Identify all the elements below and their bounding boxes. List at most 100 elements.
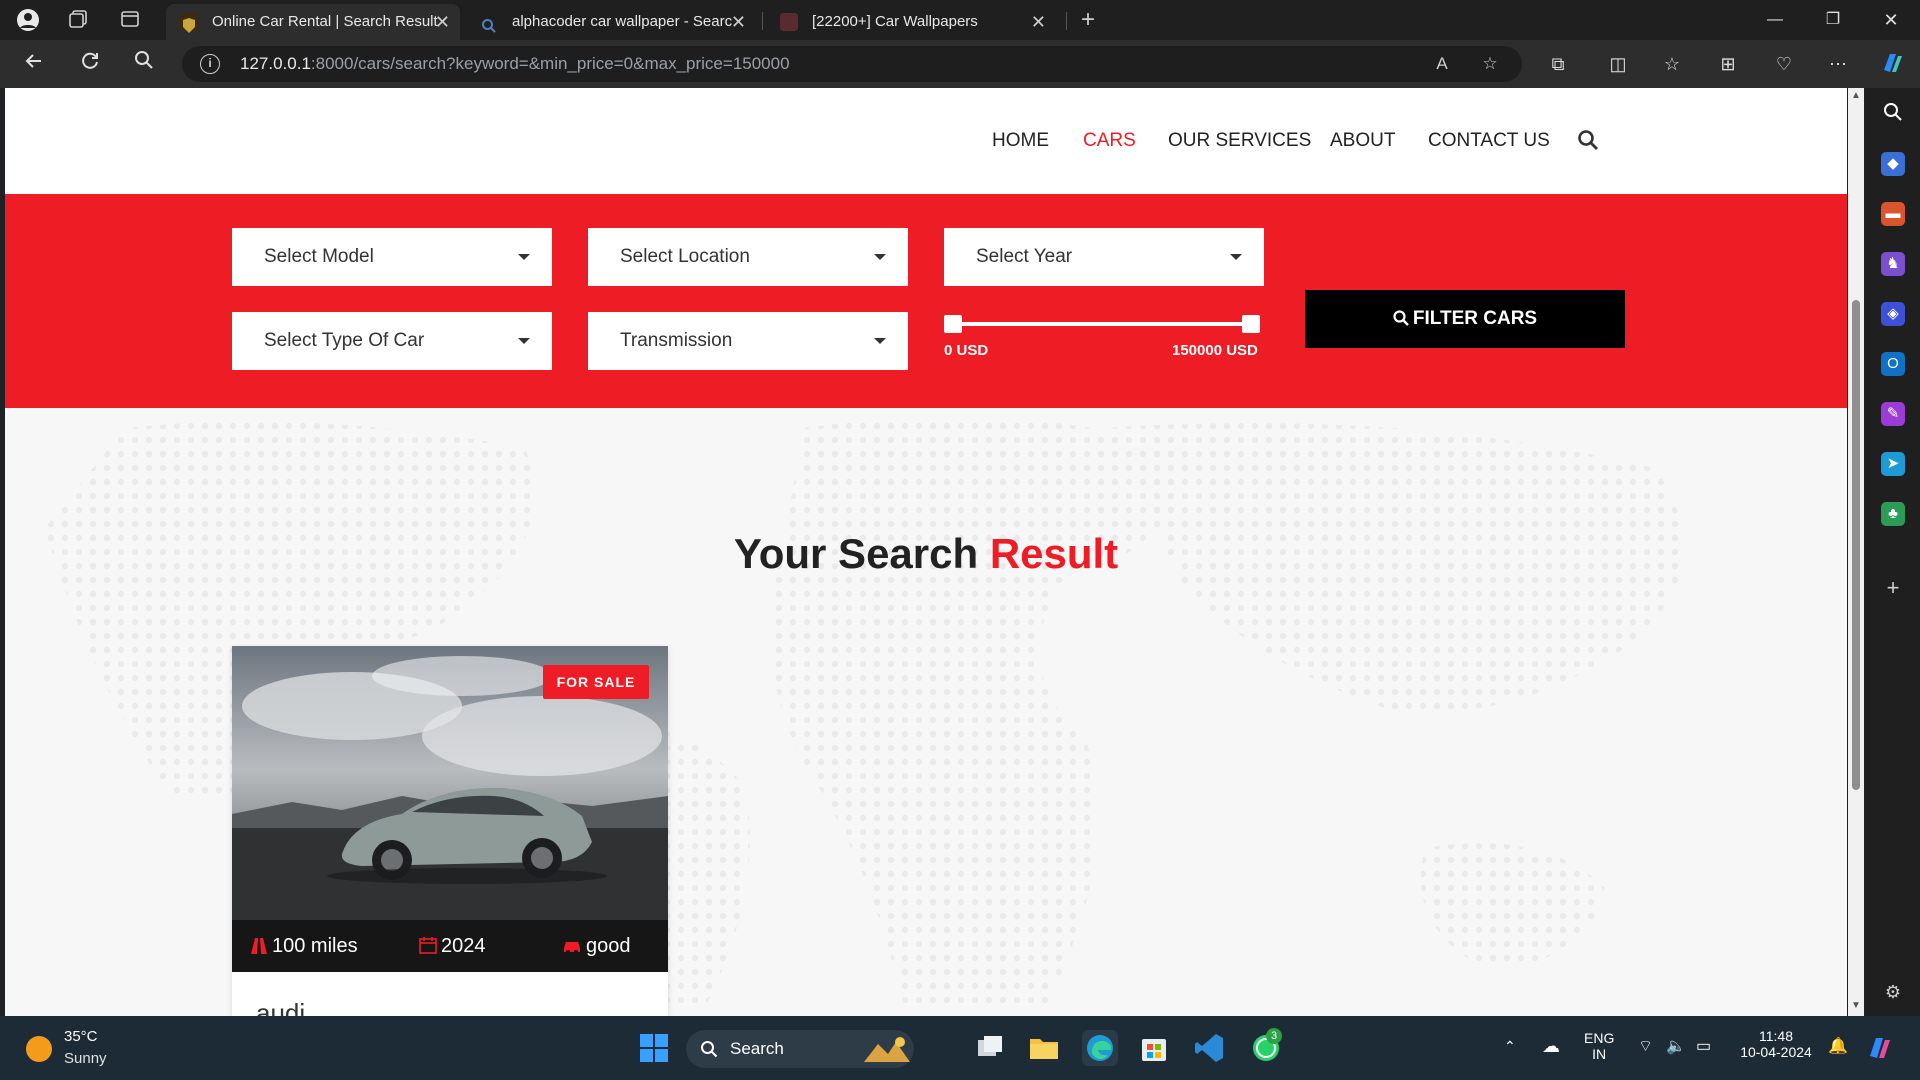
tab-car-wallpapers[interactable]: [22200+] Car Wallpapers ✕ [766, 4, 1056, 40]
minimize-icon[interactable]: — [1746, 0, 1804, 40]
url-text: 127.0.0.1:8000/cars/search?keyword=&min_… [240, 46, 790, 82]
more-menu-icon[interactable]: ⋯ [1824, 50, 1852, 78]
select-model-dropdown[interactable]: Select Model [232, 228, 552, 286]
show-hidden-icons-chevron-icon[interactable]: ⌃ [1504, 1038, 1516, 1055]
car-specs-bar: 100 miles 2024 good [232, 920, 668, 972]
workspaces-icon[interactable] [66, 8, 90, 32]
search-icon [1393, 292, 1409, 326]
filter-cars-label: FILTER CARS [1412, 308, 1538, 329]
url-host: 127.0.0.1 [240, 54, 311, 73]
task-view-icon[interactable] [972, 1030, 1008, 1066]
select-year-dropdown[interactable]: Select Year [944, 228, 1264, 286]
car-card[interactable]: FOR SALE 100 miles 2024 good audi [232, 646, 668, 1016]
microsoft-store-icon[interactable] [1136, 1030, 1172, 1066]
sidebar-settings-icon[interactable]: ⚙ [1881, 980, 1905, 1004]
site-favicon-icon [180, 13, 198, 33]
nav-home[interactable]: HOME [992, 88, 1049, 194]
clock-time: 11:48 [1759, 1028, 1793, 1044]
site-search-icon[interactable] [1577, 129, 1599, 151]
nav-cars[interactable]: CARS [1083, 88, 1136, 194]
car-filter-panel: Select Model Select Location Select Year… [5, 194, 1847, 408]
caret-down-icon [1230, 254, 1242, 260]
close-tab-icon[interactable]: ✕ [435, 4, 450, 40]
battery-icon[interactable]: ▭ [1696, 1036, 1711, 1056]
shopping-tag-icon[interactable]: ◆ [1881, 152, 1905, 176]
copilot-taskbar-icon[interactable] [1864, 1032, 1894, 1065]
close-window-icon[interactable]: ✕ [1862, 0, 1920, 40]
nav-about[interactable]: ABOUT [1330, 88, 1395, 194]
mileage-spec: 100 miles [250, 920, 358, 972]
select-car-type-dropdown[interactable]: Select Type Of Car [232, 312, 552, 370]
volume-icon[interactable]: 🔈 [1666, 1036, 1686, 1056]
vertical-tabs-icon[interactable] [118, 8, 142, 32]
weather-temperature[interactable]: 35°C [64, 1028, 98, 1045]
transmission-label: Transmission [620, 330, 733, 351]
designer-icon[interactable]: ✎ [1881, 402, 1905, 426]
nav-contact-us[interactable]: CONTACT US [1428, 88, 1550, 194]
new-tab-icon[interactable]: + [1076, 8, 1100, 32]
browser-tab-bar: Online Car Rental | Search Result ✕ alph… [0, 0, 1920, 40]
copilot-app-icon[interactable]: ◈ [1881, 302, 1905, 326]
address-field[interactable]: i 127.0.0.1:8000/cars/search?keyword=&mi… [182, 46, 1522, 82]
read-aloud-icon[interactable]: A [1430, 52, 1454, 76]
tab-title: alphacoder car wallpaper - Searc [512, 13, 733, 30]
vscode-icon[interactable] [1192, 1030, 1228, 1066]
site-info-icon[interactable]: i [200, 54, 220, 74]
tab-alphacoder-search[interactable]: alphacoder car wallpaper - Searc ✕ [466, 4, 756, 40]
copilot-icon[interactable] [1878, 50, 1906, 78]
tab-title: Online Car Rental | Search Result [212, 13, 438, 30]
search-favicon-icon [480, 13, 498, 33]
price-max-handle[interactable] [1242, 315, 1260, 333]
search-icon[interactable] [130, 50, 158, 78]
profile-icon[interactable] [16, 8, 40, 32]
windows-start-icon[interactable] [636, 1030, 672, 1066]
toolbox-icon[interactable]: ▬ [1881, 202, 1905, 226]
price-min-handle[interactable] [944, 315, 962, 333]
sun-weather-icon[interactable] [26, 1036, 52, 1062]
weather-condition[interactable]: Sunny [64, 1050, 107, 1067]
select-car-type-label: Select Type Of Car [264, 330, 425, 351]
send-icon[interactable]: ➤ [1881, 452, 1905, 476]
add-sidebar-app-icon[interactable]: + [1881, 576, 1905, 600]
tab-online-car-rental[interactable]: Online Car Rental | Search Result ✕ [166, 4, 460, 40]
filter-cars-button[interactable]: FILTER CARS [1305, 290, 1625, 348]
onedrive-cloud-icon[interactable]: ☁ [1542, 1036, 1560, 1057]
scroll-down-icon[interactable]: ▼ [1850, 1000, 1862, 1011]
restore-icon[interactable]: ❐ [1804, 0, 1862, 40]
price-max-label: 150000 USD [1172, 342, 1258, 359]
scrollbar-thumb[interactable] [1852, 300, 1860, 790]
car-name[interactable]: audi [256, 998, 305, 1016]
games-icon[interactable]: ♞ [1881, 252, 1905, 276]
search-icon [700, 1040, 718, 1058]
language-indicator[interactable]: ENG IN [1584, 1030, 1614, 1062]
edge-browser-icon[interactable] [1082, 1030, 1118, 1066]
refresh-icon[interactable] [76, 50, 104, 78]
split-screen-icon[interactable]: ◫ [1604, 50, 1632, 78]
tree-icon[interactable]: ♣ [1881, 502, 1905, 526]
transmission-dropdown[interactable]: Transmission [588, 312, 908, 370]
back-icon[interactable] [20, 50, 48, 78]
file-explorer-icon[interactable] [1026, 1030, 1062, 1066]
collections-icon[interactable]: ⊞ [1714, 50, 1742, 78]
close-tab-icon[interactable]: ✕ [731, 4, 746, 40]
extensions-icon[interactable]: ⧉ [1544, 50, 1572, 78]
taskbar-search-box[interactable]: Search [686, 1030, 914, 1068]
close-tab-icon[interactable]: ✕ [1031, 4, 1046, 40]
favorite-star-icon[interactable]: ☆ [1478, 52, 1502, 76]
car-image[interactable]: FOR SALE [232, 646, 668, 920]
favorites-icon[interactable]: ☆ [1658, 50, 1686, 78]
taskbar-search-label: Search [730, 1039, 784, 1058]
price-range-track[interactable] [951, 322, 1251, 326]
clock[interactable]: 11:48 10-04-2024 [1736, 1028, 1816, 1060]
nav-our-services[interactable]: OUR SERVICES [1168, 88, 1311, 194]
select-location-dropdown[interactable]: Select Location [588, 228, 908, 286]
condition-value: good [586, 935, 631, 957]
browser-essentials-icon[interactable]: ♡ [1770, 50, 1798, 78]
scroll-up-icon[interactable]: ▲ [1850, 90, 1862, 101]
sidebar-search-icon[interactable] [1881, 102, 1905, 126]
wifi-icon[interactable]: ⌔ [1638, 1036, 1653, 1056]
outlook-icon[interactable]: O [1881, 352, 1905, 376]
notification-bell-icon[interactable]: 🔔 [1828, 1036, 1848, 1056]
caret-down-icon [518, 254, 530, 260]
page-scrollbar[interactable]: ▲ ▼ [1848, 88, 1864, 1016]
